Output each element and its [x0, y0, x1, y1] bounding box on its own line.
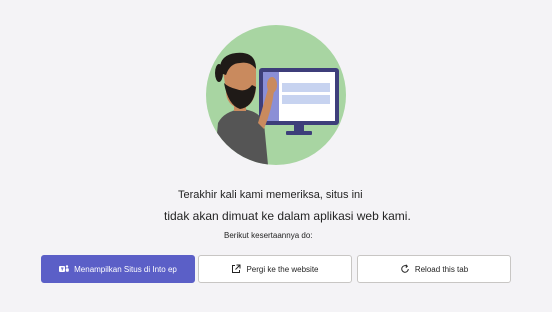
show-in-app-label: Menampilkan Situs di Into ep [74, 264, 177, 274]
external-link-icon [231, 264, 241, 274]
reload-icon [400, 264, 410, 274]
teams-icon [59, 264, 69, 274]
person-with-monitor-illustration [206, 25, 346, 165]
message-line-2: tidak akan dimuat ke dalam aplikasi web … [164, 209, 411, 223]
reload-tab-label: Reload this tab [414, 264, 469, 274]
reload-tab-button[interactable]: Reload this tab [357, 255, 511, 283]
go-to-website-button[interactable]: Pergi ke the website [198, 255, 352, 283]
show-in-app-button[interactable]: Menampilkan Situs di Into ep [41, 255, 195, 283]
message-line-1: Terakhir kali kami memeriksa, situs ini [178, 189, 363, 201]
go-to-website-label: Pergi ke the website [246, 264, 319, 274]
message-line-3: Berikut kesertaannya do: [224, 231, 313, 240]
